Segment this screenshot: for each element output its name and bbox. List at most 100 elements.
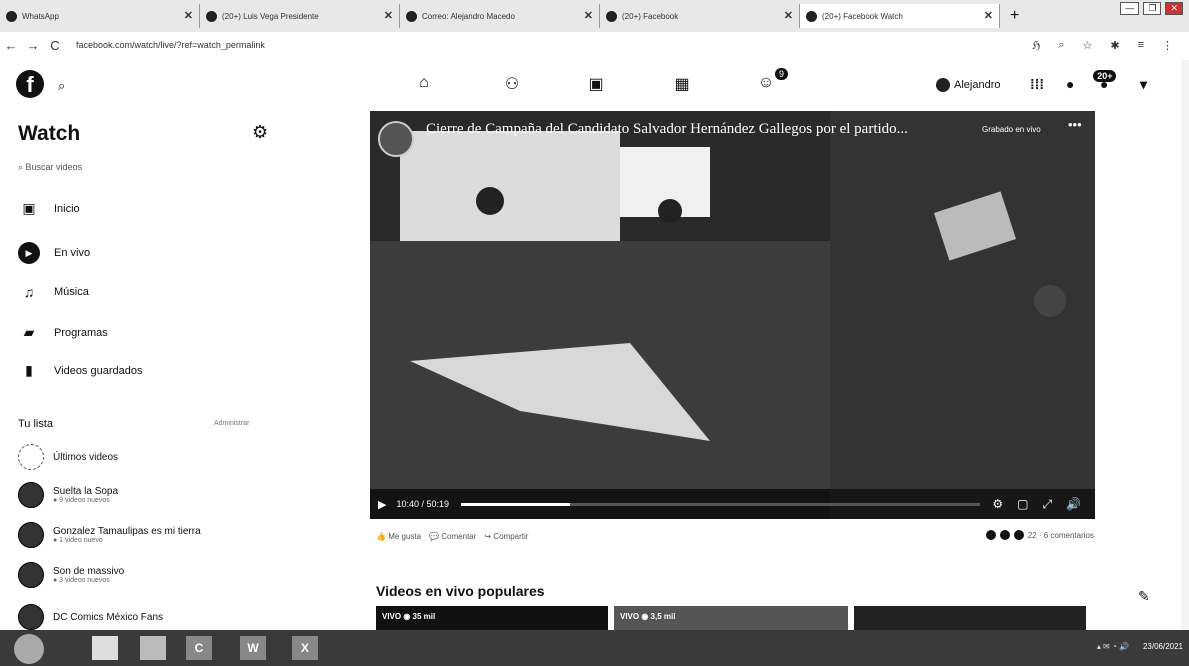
messenger-icon[interactable]: ● <box>1066 76 1074 92</box>
list-item-name: DC Comics México Fans <box>53 611 164 623</box>
page-scrollbar[interactable] <box>1181 60 1189 630</box>
facebook-favicon-icon <box>606 10 617 22</box>
administrar-link[interactable]: Administrar <box>214 420 249 427</box>
back-arrow-icon[interactable]: ← <box>0 38 22 53</box>
miniplayer-icon[interactable]: ▢ <box>1017 497 1028 511</box>
share-button[interactable]: ↪ Compartir <box>484 532 528 541</box>
list-item-name: Últimos videos <box>53 451 119 463</box>
tab-luis-vega[interactable]: (20+) Luis Vega Presidente ✕ <box>200 4 400 28</box>
start-button[interactable] <box>14 634 44 664</box>
gaming-badge: 9 <box>774 68 788 80</box>
maximize-icon[interactable]: ❐ <box>1143 2 1162 15</box>
url-field[interactable]: facebook.com/watch/live/?ref=watch_perma… <box>76 40 1032 50</box>
video-progress-bar[interactable] <box>461 502 981 506</box>
home-icon[interactable]: ⌂ <box>410 74 438 96</box>
sidebar-item-inicio[interactable]: ▣ Inicio <box>18 200 80 217</box>
play-icon[interactable]: ▶ <box>378 498 386 511</box>
comment-button[interactable]: 💬 Comentar <box>429 532 476 541</box>
sidebar-item-label: Videos guardados <box>54 364 143 377</box>
video-thumbnail[interactable] <box>854 606 1086 632</box>
menu-dots-icon[interactable]: ⋮ <box>1162 39 1173 52</box>
video-thumbnail[interactable]: VIVO ◉ 35 mil <box>376 606 608 632</box>
notifications-icon[interactable]: ● 20+ <box>1093 70 1117 92</box>
tab-close-icon[interactable]: ✕ <box>384 9 393 22</box>
edit-icon[interactable]: ✎ <box>1138 588 1150 605</box>
video-time: 10:40 / 50:19 <box>396 499 450 509</box>
new-tab-button[interactable]: + <box>1010 7 1019 25</box>
facebook-favicon-icon <box>206 10 217 22</box>
forward-arrow-icon[interactable]: → <box>22 38 44 53</box>
settings-icon[interactable]: ⚙ <box>992 497 1003 511</box>
reload-icon[interactable]: C <box>44 38 66 53</box>
list-item[interactable]: Suelta la Sopa ● 9 videos nuevos <box>18 482 118 508</box>
marketplace-icon[interactable]: ▦ <box>668 74 696 96</box>
window-close-icon[interactable]: ✕ <box>1165 2 1183 15</box>
whatsapp-favicon-icon <box>6 10 17 22</box>
taskbar-excel-app[interactable]: X <box>292 636 318 660</box>
tab-close-icon[interactable]: ✕ <box>984 9 993 22</box>
list-item[interactable]: Son de massivo ● 3 videos nuevos <box>18 562 124 588</box>
sidebar-item-videos-guardados[interactable]: ▮ Videos guardados <box>18 362 142 379</box>
list-item[interactable]: Últimos videos <box>18 444 118 470</box>
video-player[interactable]: Cierre de Campaña del Candidato Salvador… <box>370 111 1095 519</box>
reaction-summary[interactable]: 22 · 6 comentarios <box>985 530 1094 540</box>
channel-avatar[interactable] <box>378 121 414 157</box>
taskbar-word-app[interactable]: W <box>240 636 266 660</box>
browser-tab-strip: WhatsApp ✕ (20+) Luis Vega Presidente ✕ … <box>0 0 1189 32</box>
sidebar-item-label: Programas <box>54 326 108 339</box>
profile-button[interactable]: Alejandro <box>936 78 1000 92</box>
gear-icon[interactable]: ⚙ <box>252 122 268 143</box>
tab-facebook-watch[interactable]: (20+) Facebook Watch ✕ <box>800 4 1000 28</box>
taskbar-blank-app[interactable] <box>92 636 118 660</box>
volume-icon[interactable]: 🔊 <box>1066 497 1081 511</box>
watch-icon[interactable]: ▣ <box>582 74 610 96</box>
extensions-icon[interactable]: ✱ <box>1110 39 1119 52</box>
mail-favicon-icon <box>406 10 417 22</box>
sidebar-item-programas[interactable]: ▰ Programas <box>18 324 108 341</box>
list-item-sub: ● 9 videos nuevos <box>53 497 110 504</box>
sidebar-item-en-vivo[interactable]: ▶ En vivo <box>18 242 90 264</box>
tab-correo[interactable]: Correo: Alejandro Macedo ✕ <box>400 4 600 28</box>
account-menu-icon[interactable]: ▾ <box>1140 76 1147 93</box>
tu-lista-heading: Tu lista <box>18 418 54 430</box>
reaction-wow-icon <box>1013 530 1024 540</box>
live-icon: ▶ <box>18 242 40 264</box>
apps-grid-icon[interactable]: ⁞⁞⁞ <box>1030 76 1044 92</box>
search-videos-input[interactable]: ⌕ Buscar videos <box>18 162 82 173</box>
screen: WhatsApp ✕ (20+) Luis Vega Presidente ✕ … <box>0 0 1189 666</box>
taskbar-files-app[interactable] <box>140 636 166 660</box>
video-title[interactable]: Cierre de Campaña del Candidato Salvador… <box>426 121 908 138</box>
tab-title: Correo: Alejandro Macedo <box>422 11 515 21</box>
video-thumbnail[interactable]: VIVO ◉ 3,5 mil <box>614 606 848 632</box>
tab-close-icon[interactable]: ✕ <box>784 9 793 22</box>
minimize-icon[interactable]: — <box>1120 2 1140 15</box>
gaming-icon[interactable]: ☺ 9 <box>752 68 788 96</box>
star-icon[interactable]: ☆ <box>1082 39 1092 52</box>
sidebar-item-musica[interactable]: ♫ Música <box>18 284 89 300</box>
like-button[interactable]: 👍 Me gusta <box>376 532 421 541</box>
system-tray[interactable]: ▴ ✉ ◔ 🔊 <box>1097 642 1129 651</box>
translate-icon[interactable]: ℌ <box>1032 39 1040 52</box>
comment-label: Comentar <box>441 532 477 541</box>
shows-icon: ▰ <box>23 324 35 340</box>
tab-whatsapp[interactable]: WhatsApp ✕ <box>0 4 200 28</box>
more-options-icon[interactable]: ••• <box>1068 117 1082 132</box>
friends-icon[interactable]: ⚇ <box>498 74 526 96</box>
window-controls: — ❐ ✕ <box>1120 2 1183 15</box>
list-item[interactable]: DC Comics México Fans <box>18 604 163 630</box>
sidebar-item-label: En vivo <box>54 247 91 259</box>
taskbar-chrome-app[interactable]: C <box>186 636 212 660</box>
reading-list-icon[interactable]: ≡ <box>1138 39 1144 52</box>
tab-title: (20+) Luis Vega Presidente <box>222 11 319 21</box>
search-icon[interactable]: ⌕ <box>58 78 65 94</box>
zoom-icon[interactable]: ⌕ <box>1058 39 1064 52</box>
facebook-logo-icon[interactable]: f <box>16 70 44 98</box>
taskbar-date[interactable]: 23/06/2021 <box>1143 642 1183 651</box>
tab-close-icon[interactable]: ✕ <box>584 9 593 22</box>
tab-close-icon[interactable]: ✕ <box>184 9 193 22</box>
sidebar-item-label: Inicio <box>54 202 80 215</box>
tab-facebook[interactable]: (20+) Facebook ✕ <box>600 4 800 28</box>
fullscreen-icon[interactable]: ⤢ <box>1042 497 1052 512</box>
list-item[interactable]: Gonzalez Tamaulipas es mi tierra ● 1 vid… <box>18 522 201 548</box>
reaction-love-icon <box>999 530 1010 540</box>
